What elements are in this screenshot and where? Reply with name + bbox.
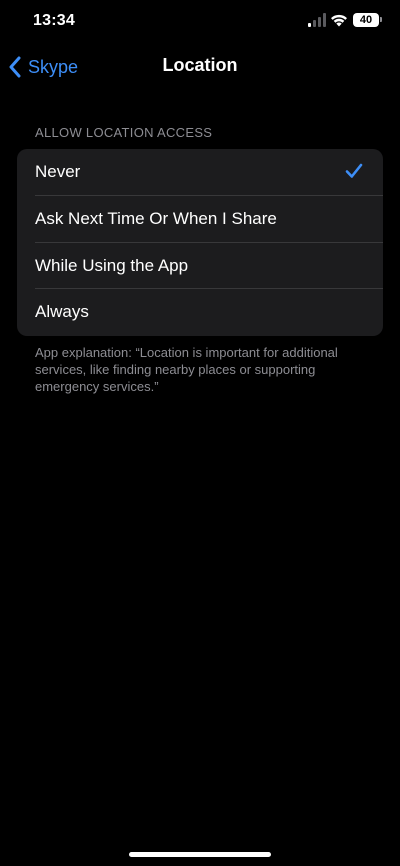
- page-title: Location: [162, 55, 238, 75]
- option-label: Always: [35, 302, 89, 322]
- battery-icon: 40: [353, 13, 379, 27]
- app-explanation: App explanation: “Location is important …: [35, 345, 338, 394]
- option-ask-next-time[interactable]: Ask Next Time Or When I Share: [17, 196, 383, 243]
- option-label: Never: [35, 162, 81, 181]
- battery-level: 40: [359, 14, 373, 26]
- option-never[interactable]: Never: [17, 149, 383, 196]
- navigation-bar: Skype Location: [0, 44, 400, 90]
- option-while-using[interactable]: While Using the App: [17, 243, 383, 290]
- location-options-group: Never Ask Next Time Or When I Share Whil…: [17, 149, 383, 336]
- wifi-icon: [331, 14, 347, 27]
- option-label: While Using the App: [35, 255, 189, 275]
- option-label: Ask Next Time Or When I Share: [35, 208, 277, 228]
- status-time: 13:34: [33, 12, 75, 29]
- status-bar: 13:34 40: [0, 0, 400, 44]
- checkmark-icon: [345, 163, 363, 178]
- signal-icon: [308, 13, 326, 27]
- section-header: ALLOW LOCATION ACCESS: [35, 125, 213, 140]
- option-always[interactable]: Always: [17, 289, 383, 336]
- battery-cap: [380, 17, 382, 22]
- home-indicator[interactable]: [129, 852, 271, 857]
